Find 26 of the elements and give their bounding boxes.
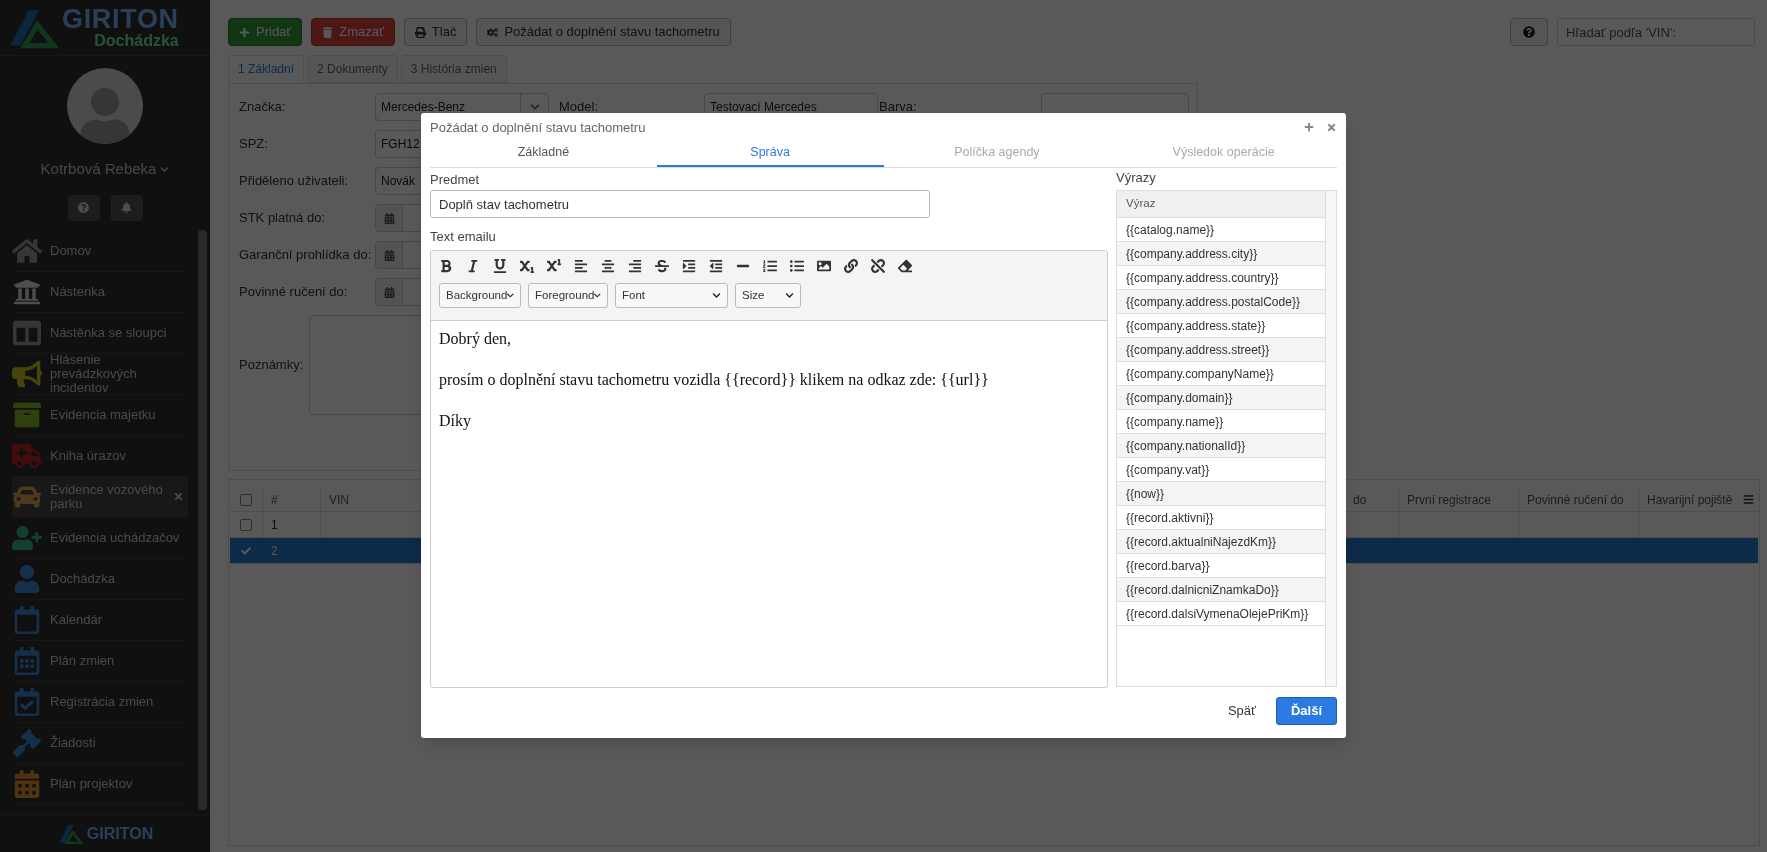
field-label: Poznámky:: [239, 356, 305, 375]
logo-subtitle: Dochádzka: [94, 33, 179, 49]
field-label: Barva:: [879, 98, 918, 117]
column-header: První registrace: [1398, 488, 1518, 511]
logo-title: GIRITON: [62, 6, 179, 33]
field-label: Výrazy: [1116, 169, 1157, 187]
field-label: Povinné ručení do:: [239, 283, 349, 302]
dialog-title: Požádat o doplnění stavu tachometru: [430, 118, 646, 137]
column-header: Havarijní pojiště: [1638, 488, 1758, 511]
table-cell-text: 2: [271, 542, 278, 560]
footer-logo: GIRITON: [86, 823, 154, 844]
field-label: Garanční prohlídka do:: [239, 246, 373, 265]
field-label: Značka:: [239, 98, 287, 117]
field-label: Model:: [559, 98, 600, 117]
email-paragraph: prosím o doplnění stavu tachometru vozidla {{record}} klikem na odkaz zde: {{url}}: [439, 370, 990, 391]
column-header: Výraz: [1126, 196, 1156, 212]
field-label: SPZ:: [239, 135, 269, 154]
table-cell-text: 1: [271, 516, 278, 534]
field-label: Predmet: [430, 171, 481, 189]
column-header: #: [262, 488, 320, 511]
field-label: Text emailu: [430, 228, 497, 246]
column-header: Povinné ručení do: [1518, 488, 1638, 511]
email-paragraph: Dobrý den,: [439, 329, 512, 350]
field-label: STK platná do:: [239, 209, 326, 228]
email-paragraph: Díky: [439, 411, 472, 432]
field-label: Přiděleno uživateli:: [239, 172, 350, 191]
